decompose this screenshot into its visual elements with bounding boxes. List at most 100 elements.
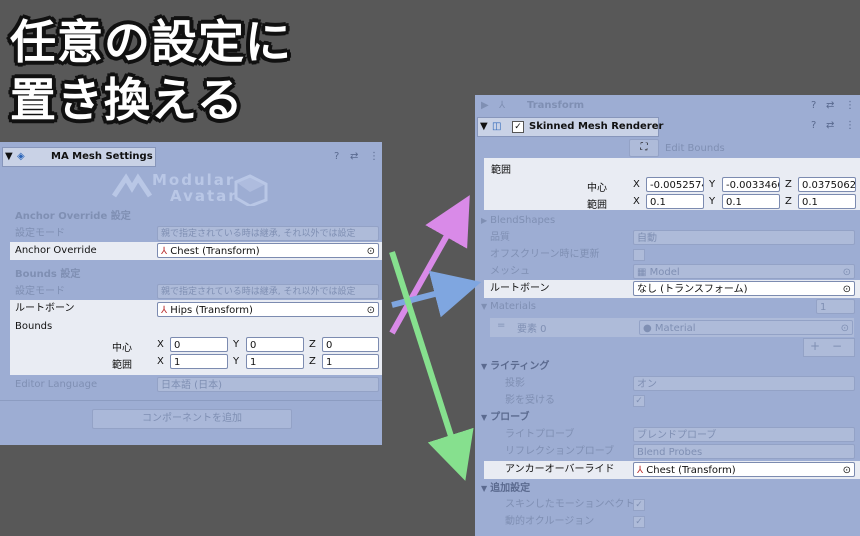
smr-component-icon: ◫: [492, 121, 502, 132]
element0-label: 要素 0: [517, 324, 547, 335]
extent-x-field[interactable]: 0.1: [646, 194, 704, 209]
extent-x-label: X: [633, 196, 640, 207]
root-bone-field[interactable]: ⅄ Hips (Transform) ⊙: [157, 302, 379, 317]
preset-icon[interactable]: ⇄: [350, 150, 358, 164]
component-title: MA Mesh Settings: [51, 151, 153, 162]
range-label: 範囲: [491, 165, 511, 176]
extent-y-label: Y: [233, 356, 240, 367]
extent-label: 範囲: [112, 360, 132, 371]
title-line-1: 任意の設定に: [10, 15, 292, 69]
cast-shadows-dropdown[interactable]: オン: [633, 376, 855, 391]
probes-foldout[interactable]: ▼ プローブ: [475, 409, 860, 427]
transform-icon: ⅄: [161, 246, 168, 257]
ma-mesh-settings-panel: ▼ ◈ MA Mesh Settings ? ⇄ ⋮ Modular Avata…: [0, 142, 382, 445]
anchor-override-field[interactable]: ⅄ Chest (Transform) ⊙: [633, 462, 855, 477]
arrow-bounds: [389, 195, 470, 335]
object-picker-icon[interactable]: ⊙: [367, 303, 375, 316]
extent-y-label: Y: [709, 196, 716, 207]
center-x-label: X: [157, 339, 164, 350]
add-element-button[interactable]: +: [810, 339, 820, 353]
preset-icon[interactable]: ⇄: [826, 99, 834, 113]
center-label: 中心: [112, 343, 132, 354]
material-icon: ●: [643, 323, 652, 334]
remove-element-button[interactable]: −: [832, 339, 842, 353]
blendshapes-foldout[interactable]: ▶ BlendShapes: [475, 212, 860, 230]
anchor-mode-dropdown[interactable]: 親で指定されている時は継承, それ以外では設定: [157, 226, 379, 241]
component-icon: ◈: [17, 151, 25, 162]
center-z-label: Z: [309, 339, 316, 350]
smr-title: Skinned Mesh Renderer: [529, 121, 664, 132]
center-label: 中心: [587, 183, 607, 194]
edit-bounds-button[interactable]: ⛶: [629, 139, 659, 157]
add-component-button[interactable]: コンポーネントを追加: [92, 409, 292, 429]
extent-label: 範囲: [587, 200, 607, 211]
root-bone-field[interactable]: なし (トランスフォーム) ⊙: [633, 281, 855, 296]
help-icon[interactable]: ?: [334, 150, 339, 164]
reflection-probes-dropdown[interactable]: Blend Probes: [633, 444, 855, 459]
extent-x-field[interactable]: 1: [170, 354, 228, 369]
foldout-arrow-icon[interactable]: ▶: [481, 99, 489, 113]
center-y-label: Y: [233, 339, 240, 350]
object-picker-icon[interactable]: ⊙: [843, 282, 851, 295]
extent-z-field[interactable]: 0.1: [798, 194, 856, 209]
transform-title: Transform: [527, 100, 585, 111]
extent-x-label: X: [157, 356, 164, 367]
center-y-field[interactable]: -0.0033466: [722, 177, 780, 192]
mesh-field[interactable]: ▦ Model ⊙: [633, 264, 855, 279]
skinned-motion-checkbox[interactable]: ✓: [633, 499, 645, 511]
extent-z-field[interactable]: 1: [322, 354, 379, 369]
object-picker-icon[interactable]: ⊙: [367, 244, 375, 257]
object-picker-icon[interactable]: ⊙: [843, 265, 851, 278]
extent-z-label: Z: [309, 356, 316, 367]
light-probes-dropdown[interactable]: ブレンドプローブ: [633, 427, 855, 442]
bounds-section-label: Bounds 設定: [15, 269, 81, 280]
offscreen-row: オフスクリーン時に更新: [490, 249, 600, 260]
center-z-field[interactable]: 0.03750629: [798, 177, 856, 192]
center-y-label: Y: [709, 179, 716, 190]
editor-language-dropdown[interactable]: 日本語 (日本): [157, 377, 379, 392]
element0-field[interactable]: ● Material ⊙: [639, 320, 853, 335]
enabled-checkbox[interactable]: ✓: [512, 121, 524, 133]
center-y-field[interactable]: 0: [246, 337, 304, 352]
preset-icon[interactable]: ⇄: [826, 119, 834, 133]
context-menu-icon[interactable]: ⋮: [845, 119, 855, 133]
logo-text-2: Avatar: [170, 187, 238, 205]
object-picker-icon[interactable]: ⊙: [841, 321, 849, 334]
dynamic-occlusion-checkbox[interactable]: ✓: [633, 516, 645, 528]
center-z-field[interactable]: 0: [322, 337, 379, 352]
help-icon[interactable]: ?: [811, 99, 816, 113]
anchor-section-label: Anchor Override 設定: [15, 211, 131, 222]
arrow-root-bone: [391, 270, 482, 318]
component-header[interactable]: ▼ ◈ MA Mesh Settings: [2, 147, 156, 167]
receive-shadows-row: 影を受ける: [505, 395, 555, 406]
foldout-arrow-icon[interactable]: ▼: [5, 150, 13, 164]
anchor-override-field[interactable]: ⅄ Chest (Transform) ⊙: [157, 243, 379, 258]
context-menu-icon[interactable]: ⋮: [845, 99, 855, 113]
drag-handle-icon[interactable]: =: [497, 320, 505, 331]
center-x-field[interactable]: -0.0052574: [646, 177, 704, 192]
offscreen-checkbox[interactable]: [633, 249, 645, 261]
object-picker-icon[interactable]: ⊙: [843, 463, 851, 476]
help-icon[interactable]: ?: [811, 119, 816, 133]
center-x-label: X: [633, 179, 640, 190]
context-menu-icon[interactable]: ⋮: [369, 150, 379, 164]
transform-header[interactable]: ▶ ⅄ Transform: [475, 97, 860, 115]
bounds-mode-dropdown[interactable]: 親で指定されている時は継承, それ以外では設定: [157, 284, 379, 299]
modular-avatar-logo: Modular Avatar: [111, 170, 272, 208]
inspector-panel: ▶ ⅄ Transform ? ⇄ ⋮ ▼ ◫ ✓ Skinned Mesh R…: [475, 95, 860, 536]
materials-count[interactable]: 1: [816, 299, 855, 314]
lighting-foldout[interactable]: ▼ ライティング: [475, 358, 860, 376]
receive-shadows-checkbox[interactable]: ✓: [633, 395, 645, 407]
center-z-label: Z: [785, 179, 792, 190]
materials-foldout[interactable]: ▼ Materials: [475, 298, 860, 316]
smr-header[interactable]: ▼ ◫ ✓ Skinned Mesh Renderer: [477, 117, 663, 137]
extent-y-field[interactable]: 0.1: [722, 194, 780, 209]
quality-dropdown[interactable]: 自動: [633, 230, 855, 245]
center-x-field[interactable]: 0: [170, 337, 228, 352]
arrow-anchor-override: [389, 251, 474, 481]
foldout-arrow-icon[interactable]: ▼: [480, 120, 488, 134]
transform-icon: ⅄: [637, 465, 644, 476]
extent-y-field[interactable]: 1: [246, 354, 304, 369]
transform-icon: ⅄: [499, 100, 506, 111]
list-buttons: + −: [803, 338, 855, 357]
